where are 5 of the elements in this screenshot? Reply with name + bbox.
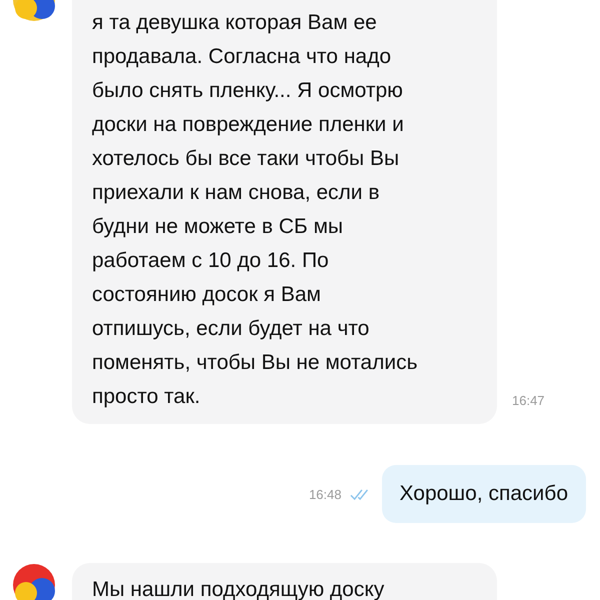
message-time: 16:48: [308, 486, 342, 502]
message-time: 16:47: [512, 393, 545, 408]
message-text: я та девушка которая Вам ее продавала. Согласна что надо было снять пленку... Я осмотрю доски на повреждение пленки и хотелось бы все таки чтобы Вы приехали к нам снова, если в будни не можете в СБ мы работаем с 10 до 16. По состоянию досок я Вам отпишусь, если будет на что поменять, чтобы Вы не мотались просто так.: [92, 10, 419, 410]
message-text: Мы нашли подходящую доску: [92, 577, 386, 600]
message-text: Хорошо, спасибо: [400, 481, 568, 507]
